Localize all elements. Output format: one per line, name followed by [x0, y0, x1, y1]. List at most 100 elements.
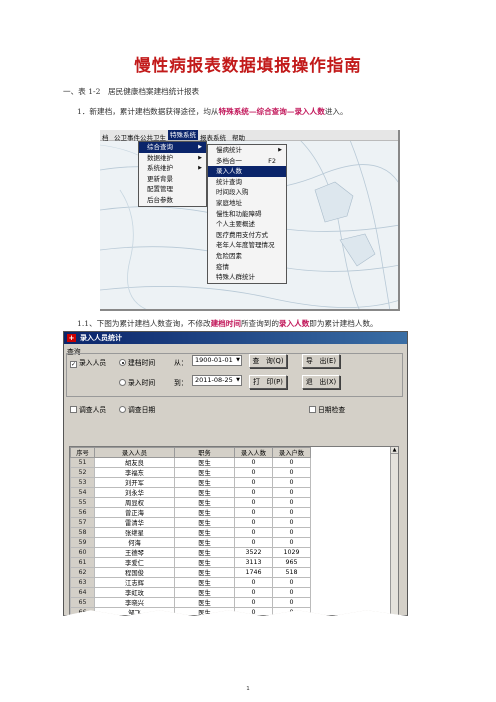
table-cell: 李晓兴 [94, 597, 175, 608]
table-cell: 0 [272, 487, 311, 498]
date-check-checkbox[interactable]: 日期检查 [309, 404, 345, 414]
entry-person-checkbox[interactable]: ✓ 录入人员 [70, 357, 106, 368]
table-cell: 0 [272, 577, 311, 588]
table-header-row: 序号 录入人员 职务 录入人数 录入户数 [70, 447, 311, 458]
submenu-item[interactable]: 慢病统计 ▶ [208, 145, 286, 156]
table-cell: 0 [272, 597, 311, 608]
table-cell: 0 [234, 527, 273, 538]
survey-date-radio[interactable]: 调查日期 [119, 404, 155, 414]
column-header[interactable]: 录入人员 [94, 447, 175, 458]
table-row[interactable]: 60 王德琴 医生 3522 1029 [70, 547, 311, 558]
table-row[interactable]: 58 张继星 医生 0 0 [70, 527, 311, 538]
column-header[interactable]: 录入人数 [234, 447, 273, 458]
table-cell: 56 [70, 507, 95, 518]
table-cell: 0 [234, 537, 273, 548]
table-cell: 63 [70, 577, 95, 588]
table-cell: 李虹玫 [94, 587, 175, 598]
menu-item-file[interactable]: 档 [102, 132, 109, 142]
menu-screenshot: 档 公卫事件 公共卫生 特殊系统 报表系统 帮助 综合查询 ▶ 数据维护 ▶ 系统维… [100, 130, 400, 311]
table-row[interactable]: 62 程国俊 医生 1746 518 [70, 567, 311, 578]
table-cell: 52 [70, 467, 95, 478]
table-row[interactable]: 52 李福东 医生 0 0 [70, 467, 311, 478]
table-cell: 0 [272, 457, 311, 468]
menu-backend-params[interactable]: 后台参数 [139, 195, 206, 206]
table-cell: 医生 [174, 597, 235, 608]
table-cell: 刘永华 [94, 487, 175, 498]
table-row[interactable]: 65 李晓兴 医生 0 0 [70, 597, 311, 608]
survey-person-checkbox[interactable]: 调查人员 [70, 404, 106, 414]
table-cell: 0 [272, 497, 311, 508]
column-header[interactable]: 职务 [174, 447, 235, 458]
submenu-item[interactable]: 危险因素 [208, 251, 286, 262]
table-row[interactable]: 53 刘开军 医生 0 0 [70, 477, 311, 488]
submenu-item[interactable]: 统计查询 [208, 177, 286, 188]
menu-item-special-system[interactable]: 特殊系统 [168, 130, 198, 140]
table-row[interactable]: 66 邹飞 医生 0 0 [70, 607, 311, 615]
table-cell: 64 [70, 587, 95, 598]
table-cell: 518 [272, 567, 311, 578]
table-cell: 1746 [234, 567, 273, 578]
menu-comprehensive-query[interactable]: 综合查询 ▶ [139, 142, 206, 153]
table-cell: 医生 [174, 497, 235, 508]
table-cell: 医生 [174, 517, 235, 528]
submenu-item[interactable]: 老年人年度管理情况 [208, 240, 286, 251]
table-cell: 0 [234, 497, 273, 508]
grid-scrollbar[interactable]: ▲ [390, 447, 398, 615]
table-row[interactable]: 51 胡友良 医生 0 0 [70, 457, 311, 468]
submenu-item[interactable]: 个人主要概述 [208, 219, 286, 230]
table-cell: 0 [234, 577, 273, 588]
query-button[interactable]: 查 询(Q) [249, 354, 287, 368]
submenu-item[interactable]: 时间段入购 [208, 187, 286, 198]
date-to-field[interactable]: 2011-08-25 ▼ [192, 375, 242, 386]
menu-update-background[interactable]: 更新背景 [139, 174, 206, 185]
date-from-field[interactable]: 1900-01-01 ▼ [192, 355, 242, 366]
section-heading: 一、表 1-2 居民健康档案建档统计报表 [63, 87, 200, 96]
table-row[interactable]: 64 李虹玫 医生 0 0 [70, 587, 311, 598]
table-row[interactable]: 55 周显权 医生 0 0 [70, 497, 311, 508]
menu-data-maintenance[interactable]: 数据维护 ▶ [139, 153, 206, 164]
submenu-item[interactable]: 慢性和功能障碍 [208, 209, 286, 220]
chevron-down-icon: ▼ [236, 377, 240, 383]
column-header[interactable]: 录入户数 [272, 447, 311, 458]
menu-system-maintenance[interactable]: 系统维护 ▶ [139, 163, 206, 174]
table-cell: 医生 [174, 527, 235, 538]
table-cell: 医生 [174, 537, 235, 548]
app-menubar: 档 公卫事件 公共卫生 特殊系统 报表系统 帮助 [100, 130, 398, 142]
table-row[interactable]: 56 曾正海 医生 0 0 [70, 507, 311, 518]
menu-config-management[interactable]: 配置管理 [139, 184, 206, 195]
submenu-item[interactable]: 多档合一 F2 [208, 156, 286, 167]
submenu-item[interactable]: 特殊人群统计 [208, 272, 286, 283]
table-cell: 66 [70, 607, 95, 615]
table-cell: 65 [70, 597, 95, 608]
menu-item-public-health[interactable]: 公共卫生 [140, 132, 166, 142]
page-number: 1 [246, 686, 250, 692]
table-row[interactable]: 57 雷清华 医生 0 0 [70, 517, 311, 528]
table-row[interactable]: 61 李爱仁 医生 3113 965 [70, 557, 311, 568]
menu-item-help[interactable]: 帮助 [232, 132, 245, 142]
submenu-item[interactable]: 疫情 [208, 262, 286, 273]
window-titlebar: + 录入人员统计 [64, 332, 407, 344]
table-row[interactable]: 54 刘永华 医生 0 0 [70, 487, 311, 498]
entry-stats-screenshot: + 录入人员统计 查询 ✓ 录入人员 建档时间 录入时间 从： 到： 1900-01… [63, 331, 408, 616]
submenu-item[interactable]: 医疗费用支付方式 [208, 230, 286, 241]
entry-time-radio[interactable]: 录入时间 [119, 377, 155, 387]
print-button[interactable]: 打 印(P) [249, 375, 287, 389]
submenu-item[interactable]: 录入人数 [208, 166, 286, 177]
table-cell: 0 [234, 587, 273, 598]
table-cell: 0 [234, 457, 273, 468]
table-cell: 医生 [174, 477, 235, 488]
submenu-item[interactable]: 家庭地址 [208, 198, 286, 209]
table-cell: 0 [234, 517, 273, 528]
table-cell: 医生 [174, 567, 235, 578]
table-cell: 55 [70, 497, 95, 508]
create-time-radio[interactable]: 建档时间 [119, 357, 155, 367]
table-row[interactable]: 59 何海 医生 0 0 [70, 537, 311, 548]
step-1-1-text: 1.1、下图为累计建档人数查询，不修改建档时间所查询到的录入人数即为累计建档人数… [77, 319, 378, 328]
table-row[interactable]: 63 江志辉 医生 0 0 [70, 577, 311, 588]
exit-button[interactable]: 退 出(X) [302, 375, 340, 389]
table-cell: 曾正海 [94, 507, 175, 518]
export-button[interactable]: 导 出(E) [302, 354, 340, 368]
column-header[interactable]: 序号 [70, 447, 95, 458]
menu-item-reports[interactable]: 报表系统 [200, 132, 226, 142]
menu-item-events[interactable]: 公卫事件 [114, 132, 140, 142]
